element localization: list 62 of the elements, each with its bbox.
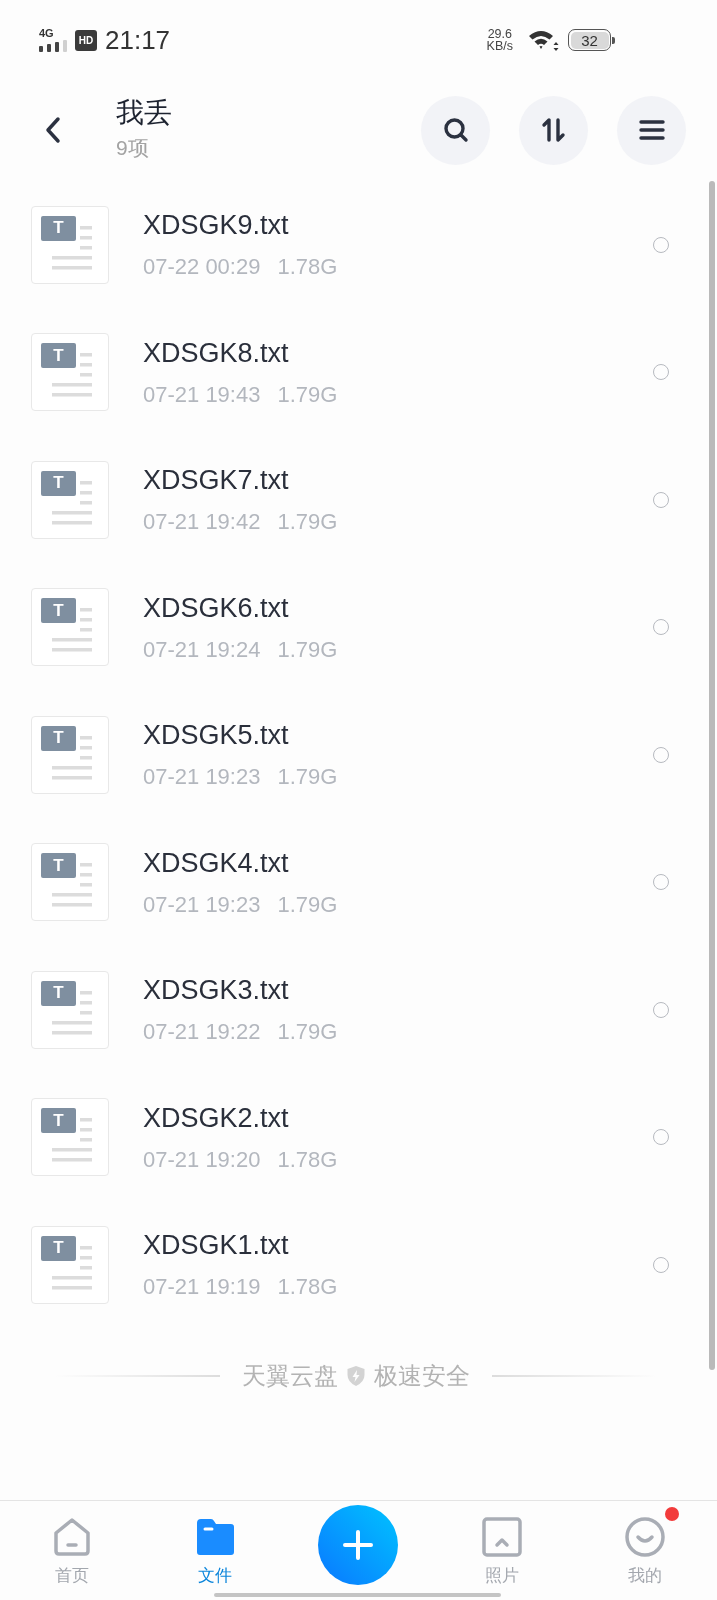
file-date: 07-21 19:22	[143, 1019, 261, 1046]
file-date: 07-21 19:42	[143, 509, 261, 536]
text-file-icon: T	[31, 1225, 109, 1304]
file-date: 07-21 19:43	[143, 381, 261, 408]
smiley-icon	[625, 1517, 666, 1557]
nav-tab[interactable]: 照片	[430, 1501, 574, 1600]
file-size: 1.78G	[277, 1146, 338, 1173]
file-date: 07-21 19:24	[143, 636, 261, 663]
image-icon	[481, 1517, 522, 1557]
back-icon	[44, 116, 62, 144]
home-icon	[51, 1517, 92, 1557]
file-name: XDSGK8.txt	[143, 336, 290, 369]
file-name: XDSGK7.txt	[143, 464, 290, 497]
text-file-icon: T	[31, 333, 109, 412]
sort-icon	[539, 116, 568, 144]
search-icon	[441, 116, 470, 144]
text-file-icon: T	[31, 205, 109, 284]
file-size: 1.79G	[277, 764, 338, 791]
file-size: 1.79G	[277, 381, 338, 408]
file-date: 07-21 19:19	[143, 1274, 261, 1301]
nav-tab[interactable]: 文件	[143, 1501, 287, 1600]
file-name: XDSGK6.txt	[143, 591, 290, 624]
text-file-icon: T	[31, 588, 109, 667]
folder-icon	[195, 1517, 236, 1557]
file-date: 07-21 19:20	[143, 1146, 261, 1173]
nav-tab[interactable]: 首页	[0, 1501, 144, 1600]
network-speed-value: 29.6	[487, 28, 512, 40]
brand-slogan: 极速安全	[374, 1360, 470, 1391]
file-date: 07-22 00:29	[143, 254, 261, 281]
nav-tab[interactable]: 我的	[573, 1501, 717, 1600]
file-name: XDSGK5.txt	[143, 719, 290, 752]
plus-icon	[343, 1530, 374, 1560]
clock-time: 21:17	[105, 24, 171, 56]
text-file-icon: T	[31, 843, 109, 922]
file-size: 1.79G	[277, 636, 338, 663]
file-name: XDSGK9.txt	[143, 209, 290, 242]
file-size: 1.78G	[277, 1274, 338, 1301]
network-speed-unit: KB/s	[486, 40, 513, 52]
text-file-icon: T	[31, 970, 109, 1049]
file-name: XDSGK4.txt	[143, 846, 290, 879]
network-type-label: 4G	[39, 28, 54, 39]
file-size: 1.79G	[277, 1019, 338, 1046]
signal-icon	[39, 40, 67, 52]
item-count: 9项	[116, 135, 150, 161]
battery-indicator: 32	[568, 29, 615, 51]
brand-name: 天翼云盘	[242, 1360, 338, 1391]
text-file-icon: T	[31, 460, 109, 539]
file-size: 1.78G	[277, 254, 338, 281]
hd-badge: HD	[75, 29, 97, 51]
text-file-icon: T	[31, 1098, 109, 1177]
wifi-icon	[528, 29, 559, 51]
file-date: 07-21 19:23	[143, 891, 261, 918]
file-name: XDSGK2.txt	[143, 1101, 290, 1134]
file-size: 1.79G	[277, 509, 338, 536]
file-date: 07-21 19:23	[143, 764, 261, 791]
file-size: 1.79G	[277, 891, 338, 918]
file-name: XDSGK1.txt	[143, 1229, 290, 1262]
folder-title: 我丢	[116, 97, 172, 129]
scrollbar[interactable]	[709, 181, 715, 1370]
file-name: XDSGK3.txt	[143, 974, 290, 1007]
shield-icon	[347, 1365, 365, 1386]
text-file-icon: T	[31, 715, 109, 794]
